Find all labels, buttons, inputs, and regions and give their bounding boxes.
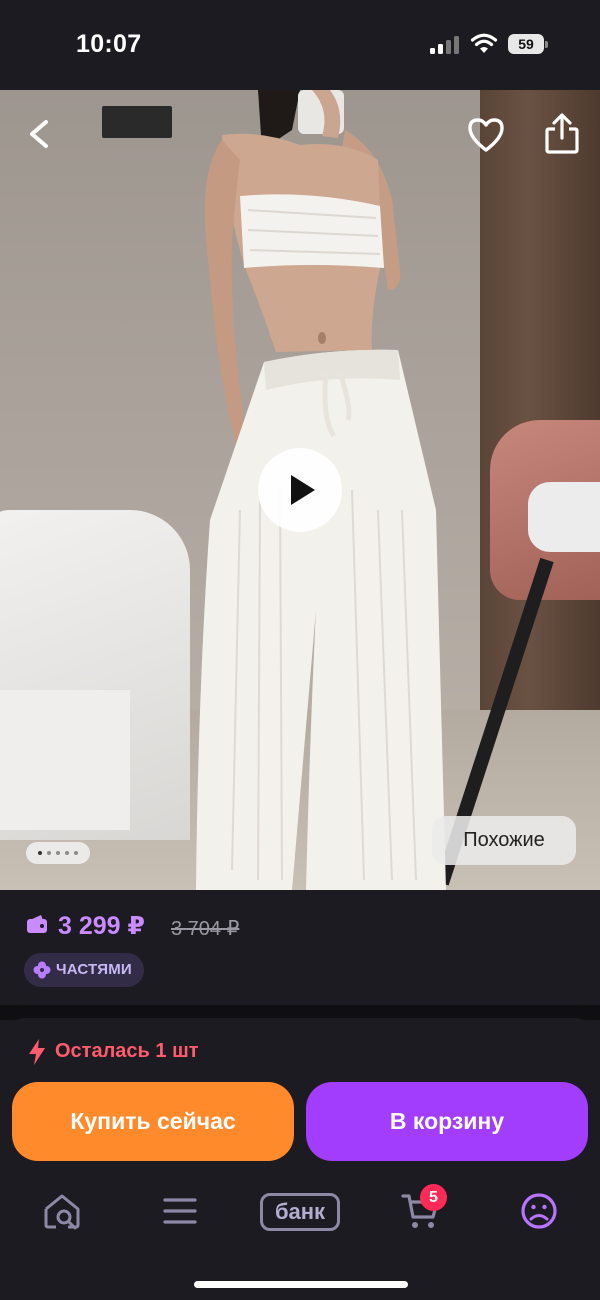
- gallery-dots: [26, 842, 90, 864]
- signal-icon: [430, 36, 462, 54]
- home-search-icon[interactable]: [42, 1191, 82, 1231]
- chevron-left-icon[interactable]: [22, 116, 58, 152]
- installments-badge[interactable]: ЧАСТЯМИ: [24, 953, 144, 987]
- home-indicator[interactable]: [194, 1281, 408, 1288]
- share-icon[interactable]: [542, 112, 582, 156]
- cart-badge: 5: [420, 1184, 447, 1211]
- buy-now-button[interactable]: Купить сейчас: [12, 1082, 294, 1161]
- clover-icon: [33, 961, 51, 979]
- status-time: 10:07: [76, 30, 142, 58]
- battery-level: 59: [508, 34, 544, 54]
- add-to-cart-button[interactable]: В корзину: [306, 1082, 588, 1161]
- status-bar: 10:07 59: [0, 0, 600, 90]
- similar-button[interactable]: Похожие: [432, 816, 576, 865]
- stock-text: Осталась 1 шт: [55, 1040, 199, 1062]
- heart-icon[interactable]: [466, 116, 506, 154]
- installments-label: ЧАСТЯМИ: [56, 961, 132, 978]
- wifi-icon: [470, 33, 498, 53]
- lightning-icon: [29, 1039, 45, 1065]
- profile-icon[interactable]: [520, 1192, 558, 1230]
- price-old: 3 704 ₽: [171, 918, 240, 940]
- wallet-icon: [27, 915, 47, 933]
- product-image[interactable]: Похожие: [0, 90, 600, 890]
- play-icon[interactable]: [258, 448, 342, 532]
- price-current: 3 299 ₽: [58, 912, 145, 940]
- tab-bank[interactable]: банк: [260, 1193, 340, 1231]
- battery-icon: 59: [508, 34, 548, 54]
- price-panel: 3 299 ₽ 3 704 ₽ ЧАСТЯМИ: [0, 890, 600, 1005]
- menu-icon[interactable]: [162, 1195, 198, 1227]
- purchase-sheet: Осталась 1 шт Купить сейчас В корзину: [0, 1018, 600, 1300]
